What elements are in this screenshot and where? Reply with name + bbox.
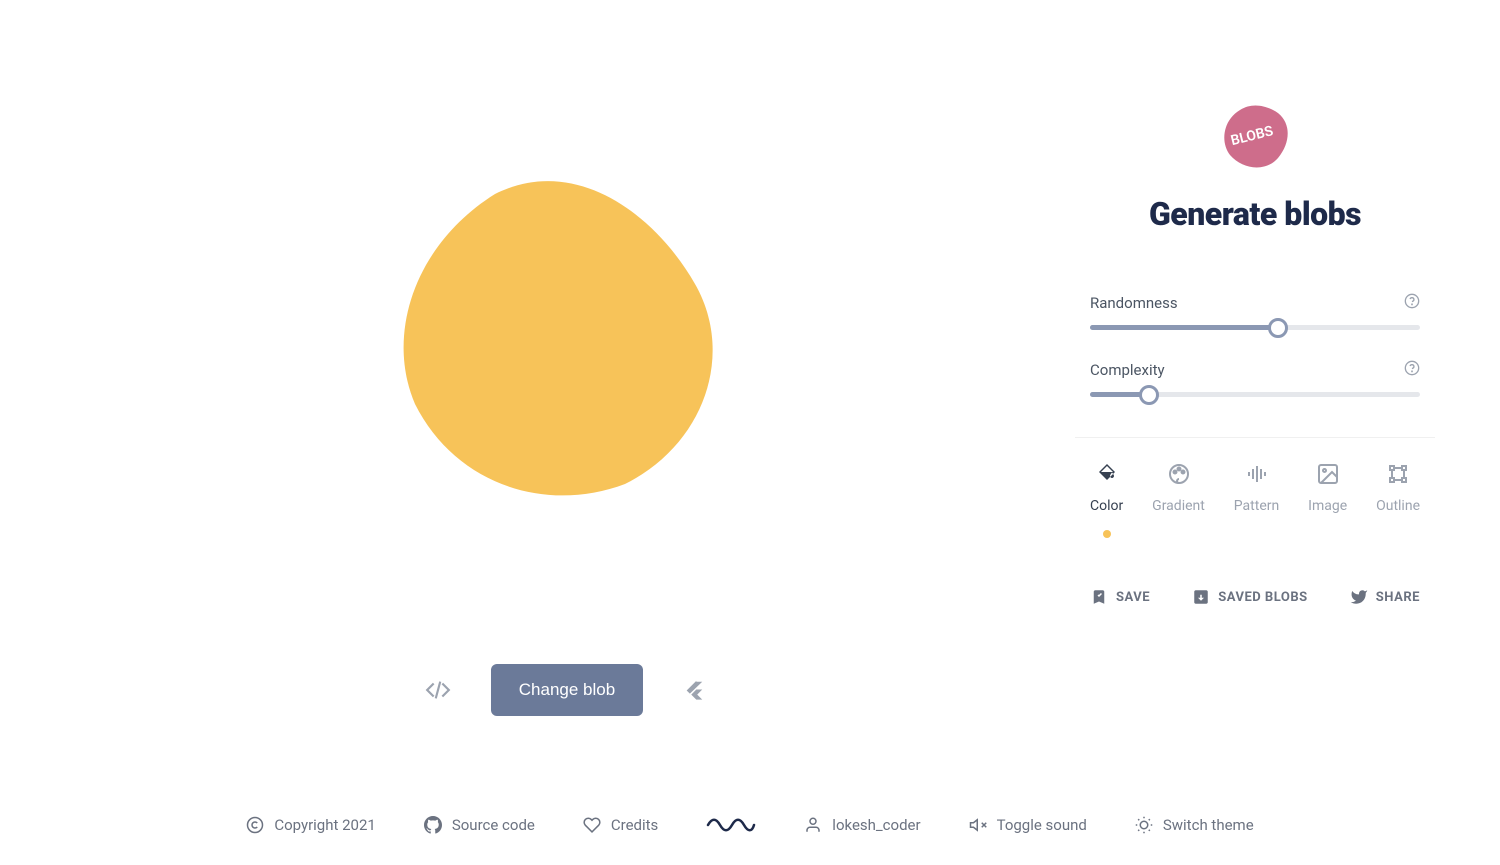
logo-area: BLOBS Generate blobs: [1090, 100, 1420, 233]
wave-icon: [706, 815, 756, 835]
page-title: Generate blobs: [1149, 195, 1361, 233]
help-icon[interactable]: [1404, 360, 1420, 380]
save-label: SAVE: [1116, 590, 1150, 605]
blob-shape: [375, 144, 755, 524]
volume-off-icon: [969, 816, 987, 834]
source-code-label: Source code: [452, 816, 535, 834]
copyright-link[interactable]: Copyright 2021: [246, 816, 376, 834]
code-icon: [425, 677, 451, 703]
randomness-thumb[interactable]: [1268, 318, 1288, 338]
bookmark-icon: [1090, 588, 1108, 606]
flutter-button[interactable]: [675, 671, 713, 709]
username-label: lokesh_coder: [832, 816, 920, 834]
complexity-slider[interactable]: [1090, 392, 1420, 397]
controls-panel: BLOBS Generate blobs Randomness: [1090, 20, 1420, 780]
palette-icon: [1167, 462, 1191, 486]
tab-color[interactable]: Color: [1090, 462, 1123, 538]
tab-gradient[interactable]: Gradient: [1152, 462, 1205, 538]
switch-theme-label: Switch theme: [1163, 816, 1254, 834]
twitter-icon: [1350, 588, 1368, 606]
username-link[interactable]: lokesh_coder: [804, 816, 920, 834]
saved-blobs-link[interactable]: SAVED BLOBS: [1192, 588, 1307, 606]
logo: BLOBS: [1218, 100, 1293, 175]
tab-pattern[interactable]: Pattern: [1234, 462, 1279, 538]
randomness-label: Randomness: [1090, 294, 1178, 312]
complexity-slider-group: Complexity: [1090, 360, 1420, 397]
github-icon: [424, 816, 442, 834]
complexity-label: Complexity: [1090, 361, 1165, 379]
brand-link[interactable]: [706, 815, 756, 835]
divider: [1075, 437, 1435, 438]
bookmarks-icon: [1192, 588, 1210, 606]
tab-label: Gradient: [1152, 498, 1205, 514]
paint-bucket-icon: [1095, 462, 1119, 486]
randomness-slider-group: Randomness: [1090, 293, 1420, 330]
tab-outline[interactable]: Outline: [1376, 462, 1420, 538]
credits-link[interactable]: Credits: [583, 816, 658, 834]
action-bar: Change blob: [417, 664, 713, 716]
switch-theme-link[interactable]: Switch theme: [1135, 816, 1254, 834]
copyright-icon: [246, 816, 264, 834]
footer: Copyright 2021 Source code Credits lokes…: [0, 815, 1500, 835]
saved-blobs-label: SAVED BLOBS: [1218, 590, 1307, 605]
image-icon: [1316, 462, 1340, 486]
share-label: SHARE: [1376, 590, 1420, 605]
blob-preview-panel: Change blob: [80, 20, 1090, 780]
tab-label: Outline: [1376, 498, 1420, 514]
code-button[interactable]: [417, 669, 459, 711]
complexity-thumb[interactable]: [1139, 385, 1159, 405]
randomness-slider[interactable]: [1090, 325, 1420, 330]
waveform-icon: [1245, 462, 1269, 486]
save-link[interactable]: SAVE: [1090, 588, 1150, 606]
flutter-icon: [683, 679, 705, 701]
share-link[interactable]: SHARE: [1350, 588, 1420, 606]
heart-icon: [583, 816, 601, 834]
credits-label: Credits: [611, 816, 658, 834]
color-dot: [1103, 530, 1111, 538]
tab-label: Color: [1090, 498, 1123, 514]
toggle-sound-link[interactable]: Toggle sound: [969, 816, 1087, 834]
change-blob-button[interactable]: Change blob: [491, 664, 643, 716]
tab-label: Image: [1308, 498, 1347, 514]
source-code-link[interactable]: Source code: [424, 816, 535, 834]
blob-canvas: [315, 84, 815, 584]
user-icon: [804, 816, 822, 834]
toggle-sound-label: Toggle sound: [997, 816, 1087, 834]
sun-icon: [1135, 816, 1153, 834]
tab-label: Pattern: [1234, 498, 1279, 514]
copyright-label: Copyright 2021: [274, 816, 376, 834]
action-links: SAVE SAVED BLOBS SHARE: [1090, 588, 1420, 606]
bounding-box-icon: [1386, 462, 1410, 486]
style-tabs: Color Gradient: [1090, 462, 1420, 538]
help-icon[interactable]: [1404, 293, 1420, 313]
tab-image[interactable]: Image: [1308, 462, 1347, 538]
